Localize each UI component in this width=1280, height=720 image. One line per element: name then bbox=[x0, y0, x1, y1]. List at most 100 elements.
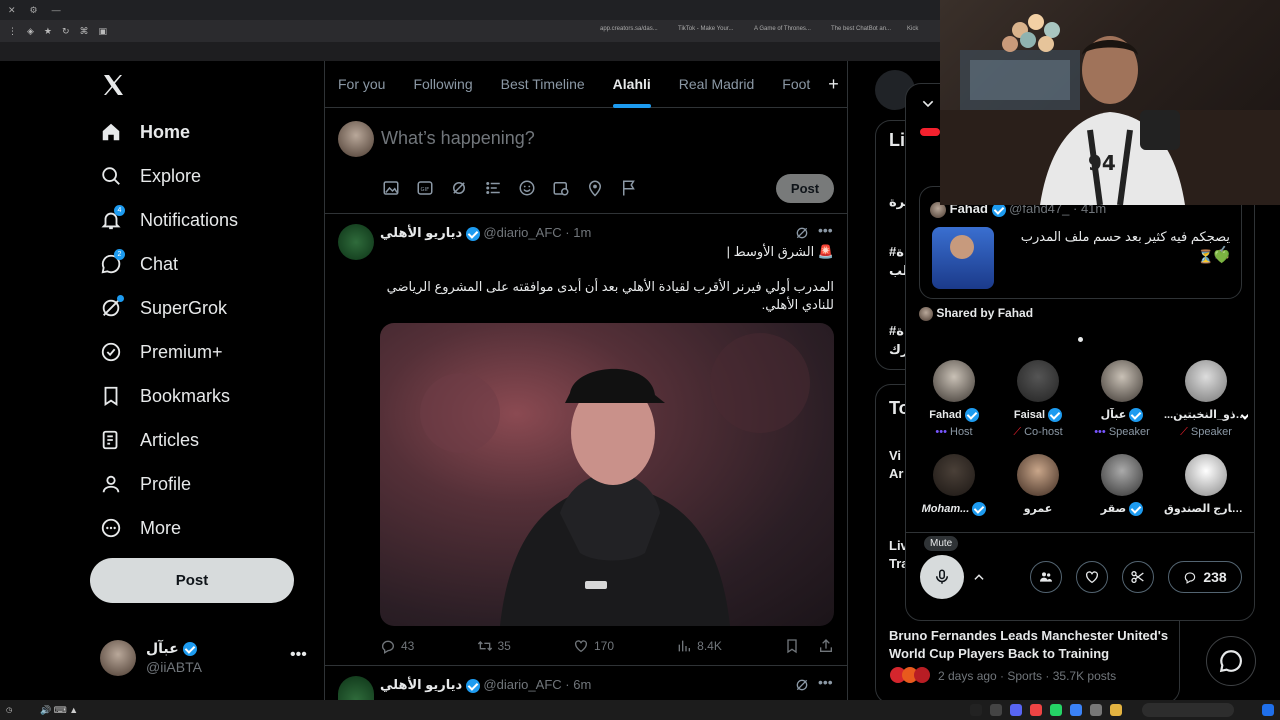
people-button[interactable] bbox=[1030, 561, 1062, 593]
bookmark-link[interactable]: The best ChatBot an... bbox=[831, 26, 891, 32]
store-app-icon[interactable] bbox=[1070, 704, 1082, 716]
tweet-more-icon[interactable]: ••• bbox=[818, 222, 833, 238]
minimize-icon[interactable]: — bbox=[52, 5, 61, 15]
share-icon[interactable] bbox=[818, 638, 834, 654]
player-head bbox=[950, 235, 974, 259]
nav-home[interactable]: Home bbox=[100, 121, 190, 143]
tab-foot[interactable]: Foot bbox=[768, 61, 824, 108]
bookmark-link[interactable]: TikTok - Make Your... bbox=[678, 26, 733, 32]
chat-badge: 2 bbox=[114, 249, 125, 260]
compose-input[interactable]: What’s happening? bbox=[381, 128, 535, 149]
add-tab-icon[interactable]: + bbox=[824, 74, 839, 95]
nav-more[interactable]: More bbox=[100, 517, 181, 539]
verified-icon bbox=[101, 342, 121, 362]
compose-post-button[interactable]: Post bbox=[776, 174, 834, 203]
flag-icon[interactable] bbox=[620, 179, 638, 197]
poll-icon[interactable] bbox=[484, 179, 502, 197]
refresh-icon[interactable]: ↻ bbox=[62, 26, 70, 37]
nav-explore[interactable]: Explore bbox=[100, 165, 201, 187]
tweet-time[interactable]: · 6m bbox=[565, 677, 591, 692]
speaker[interactable]: صقر bbox=[1080, 454, 1164, 517]
chevron-down-icon[interactable] bbox=[920, 96, 936, 112]
tweet-photo[interactable] bbox=[380, 323, 834, 626]
nav-premium[interactable]: Premium+ bbox=[100, 341, 223, 363]
tab-following[interactable]: Following bbox=[399, 61, 486, 108]
grok-icon[interactable] bbox=[450, 179, 468, 197]
nav-bookmarks[interactable]: Bookmarks bbox=[100, 385, 230, 407]
speaker[interactable]: عمرو bbox=[996, 454, 1080, 515]
comments-button[interactable]: 238 bbox=[1168, 561, 1242, 593]
emoji-icon[interactable] bbox=[518, 179, 536, 197]
schedule-icon[interactable] bbox=[552, 179, 570, 197]
close-icon[interactable]: ✕ bbox=[8, 5, 16, 16]
tab-icon[interactable]: ▣ bbox=[99, 26, 108, 37]
speaker[interactable]: Moham... bbox=[912, 454, 996, 516]
pin-icon[interactable]: ◈ bbox=[27, 26, 34, 37]
github-app-icon[interactable] bbox=[990, 704, 1002, 716]
tweet-author-name[interactable]: دياريو الأهلي bbox=[380, 677, 462, 692]
taskbar-search[interactable] bbox=[1142, 703, 1234, 717]
messages-button[interactable] bbox=[1206, 636, 1256, 686]
speaker-name: Faisal bbox=[996, 408, 1080, 422]
tab-real-madrid[interactable]: Real Madrid bbox=[665, 61, 768, 108]
bookmark-link[interactable]: A Game of Thrones... bbox=[754, 26, 811, 32]
location-icon[interactable] bbox=[586, 179, 604, 197]
discord-app-icon[interactable] bbox=[1010, 704, 1022, 716]
nav-chat[interactable]: 2 Chat bbox=[100, 249, 178, 275]
speaker[interactable]: خارج الصندوق |... bbox=[1164, 454, 1248, 515]
tweet-time[interactable]: · 1m bbox=[565, 225, 591, 240]
speaker[interactable]: ...ذو_النخبتين ⟋ Speaker bbox=[1164, 360, 1248, 439]
tab-alahli[interactable]: Alahli bbox=[599, 61, 665, 108]
x-logo-icon[interactable] bbox=[101, 73, 125, 97]
tweet-author-name[interactable]: دياريو الأهلي bbox=[380, 225, 462, 240]
gif-icon[interactable]: GIF bbox=[416, 179, 434, 197]
more-dots-icon[interactable]: ••• bbox=[290, 646, 307, 664]
speaker-host[interactable]: Fahad ••• Host bbox=[912, 360, 996, 438]
chevron-up-icon[interactable] bbox=[972, 570, 986, 584]
menu-icon[interactable]: ⋮ bbox=[8, 26, 17, 37]
repost-button[interactable]: 35 bbox=[477, 638, 511, 654]
views-button[interactable]: 8.4K bbox=[676, 638, 722, 654]
post-button[interactable]: Post bbox=[90, 558, 294, 603]
reply-button[interactable]: 43 bbox=[380, 638, 414, 654]
grok-icon[interactable] bbox=[794, 225, 810, 241]
clip-button[interactable] bbox=[1122, 561, 1154, 593]
tray-clock[interactable]: ◷ bbox=[6, 706, 12, 714]
extension-icon[interactable]: ⌘ bbox=[80, 26, 89, 37]
nav-profile[interactable]: Profile bbox=[100, 473, 191, 495]
trend-headline[interactable]: Bruno Fernandes Leads Manchester United'… bbox=[889, 627, 1174, 663]
speaker-cohost[interactable]: Faisal ⟋ Co-host bbox=[996, 360, 1080, 439]
nav-notifications[interactable]: 4 Notifications bbox=[100, 205, 238, 231]
tweet-handle[interactable]: @diario_AFC bbox=[483, 225, 561, 240]
terminal-app-icon[interactable] bbox=[1090, 704, 1102, 716]
grok-icon[interactable] bbox=[794, 677, 810, 693]
windows-start-icon[interactable] bbox=[1262, 704, 1274, 716]
react-button[interactable] bbox=[1076, 561, 1108, 593]
tweet-avatar[interactable] bbox=[338, 224, 374, 260]
chrome-app-icon[interactable] bbox=[1030, 704, 1042, 716]
like-button[interactable]: 170 bbox=[573, 638, 614, 654]
tweet-handle[interactable]: @diario_AFC bbox=[483, 677, 561, 692]
settings-icon[interactable]: ⚙ bbox=[30, 5, 38, 16]
microphone-icon bbox=[936, 569, 948, 584]
nav-articles[interactable]: Articles bbox=[100, 429, 199, 451]
speaker[interactable]: عبآل ••• Speaker bbox=[1080, 360, 1164, 438]
bookmark-link[interactable]: app.creators.sa/das... bbox=[600, 26, 658, 32]
image-icon[interactable] bbox=[382, 179, 400, 197]
tab-for-you[interactable]: For you bbox=[324, 61, 399, 108]
mic-button[interactable] bbox=[920, 555, 964, 599]
tray-icons[interactable]: 🔊 ⌨ ▲ bbox=[40, 705, 78, 716]
speaker-name: عمرو bbox=[1023, 503, 1053, 515]
account-switcher[interactable]: عبآل @iiABTA ••• bbox=[100, 640, 310, 676]
reply-count: 43 bbox=[401, 639, 415, 653]
bookmark-icon[interactable] bbox=[784, 638, 800, 654]
tiktok-app-icon[interactable] bbox=[970, 704, 982, 716]
nav-supergrok[interactable]: SuperGrok bbox=[100, 295, 227, 319]
tweet-more-icon[interactable]: ••• bbox=[818, 674, 833, 690]
tab-best-timeline[interactable]: Best Timeline bbox=[487, 61, 599, 108]
star-icon[interactable]: ★ bbox=[44, 26, 52, 37]
bookmark-link[interactable]: Kick bbox=[907, 26, 918, 32]
whatsapp-app-icon[interactable] bbox=[1050, 704, 1062, 716]
pager-dot bbox=[1078, 337, 1083, 342]
folder-app-icon[interactable] bbox=[1110, 704, 1122, 716]
